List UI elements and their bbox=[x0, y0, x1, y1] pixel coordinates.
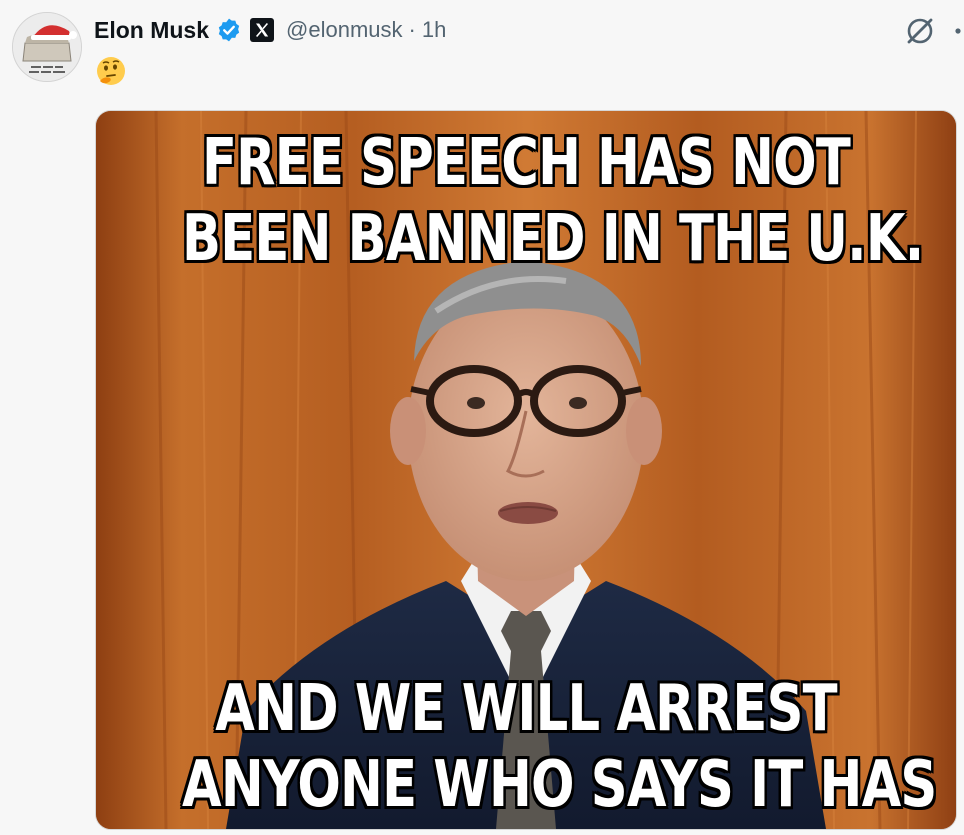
meme-caption-top-line-2: BEEN BANNED IN THE U.K. bbox=[182, 202, 924, 276]
x-logo-icon[interactable] bbox=[250, 18, 275, 42]
author-handle[interactable]: @elonmusk bbox=[286, 17, 403, 43]
timestamp[interactable]: 1h bbox=[422, 17, 446, 43]
thinking-face-emoji bbox=[97, 57, 125, 85]
tweet-header: Elon Musk @elonmusk · 1h bbox=[94, 14, 446, 46]
meme-caption-top-line-1: FREE SPEECH HAS NOT bbox=[201, 126, 851, 200]
avatar-image bbox=[13, 13, 81, 81]
more-dots-icon[interactable] bbox=[950, 14, 964, 48]
tweet-image[interactable]: FREE SPEECH HAS NOT BEEN BANNED IN THE U… bbox=[95, 110, 957, 830]
meme-caption-bottom-line-1: AND WE WILL ARREST bbox=[215, 672, 837, 746]
meme-caption-bottom-line-2: ANYONE WHO SAYS IT HAS bbox=[182, 748, 937, 822]
separator-dot: · bbox=[408, 17, 416, 42]
verified-badge-icon[interactable] bbox=[216, 17, 242, 43]
grok-icon[interactable] bbox=[903, 14, 937, 48]
tweet: Elon Musk @elonmusk · 1h FREE SPEECH HAS… bbox=[0, 0, 964, 835]
author-name[interactable]: Elon Musk bbox=[94, 17, 209, 44]
meme-caption-top: FREE SPEECH HAS NOT BEEN BANNED IN THE U… bbox=[182, 125, 924, 277]
tweet-text bbox=[94, 54, 134, 90]
avatar[interactable] bbox=[12, 12, 82, 82]
meme-caption-bottom: AND WE WILL ARREST ANYONE WHO SAYS IT HA… bbox=[182, 671, 937, 823]
